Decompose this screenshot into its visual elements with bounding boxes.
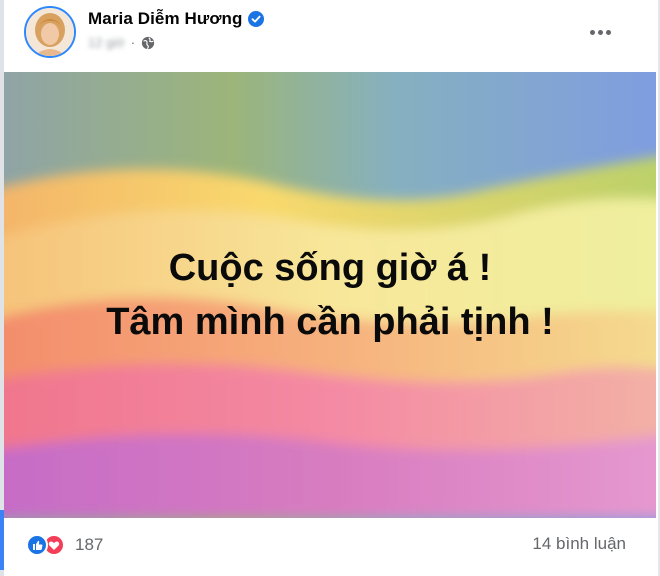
post-header: Maria Diễm Hương 12 giờ ·	[4, 0, 658, 72]
more-options-dot	[605, 29, 611, 35]
like-icon	[26, 534, 48, 556]
reaction-count: 187	[75, 535, 104, 554]
post-footer: 187 14 bình luận	[4, 518, 656, 570]
post-text-line-1: Cuộc sống giờ á !	[168, 247, 492, 289]
post-text-block: Cuộc sống giờ á ! Tâm mình cần phải tịnh…	[4, 72, 656, 518]
globe-icon	[141, 36, 155, 49]
meta-separator: ·	[130, 35, 136, 50]
post-timestamp[interactable]: 12 giờ	[88, 35, 125, 50]
reactions-summary[interactable]: 187	[26, 534, 103, 556]
verified-badge-icon	[248, 11, 265, 27]
more-options-dot	[597, 29, 603, 35]
post-text-line-2: Tâm mình cần phải tịnh !	[106, 301, 554, 343]
avatar[interactable]	[24, 6, 76, 58]
more-options-icon	[589, 29, 595, 35]
avatar-photo	[26, 8, 74, 56]
post-background-image[interactable]: Cuộc sống giờ á ! Tâm mình cần phải tịnh…	[4, 72, 656, 518]
comments-count-link[interactable]: 14 bình luận	[532, 534, 626, 554]
more-options-button[interactable]	[582, 18, 618, 46]
author-name[interactable]: Maria Diễm Hương	[88, 9, 242, 29]
